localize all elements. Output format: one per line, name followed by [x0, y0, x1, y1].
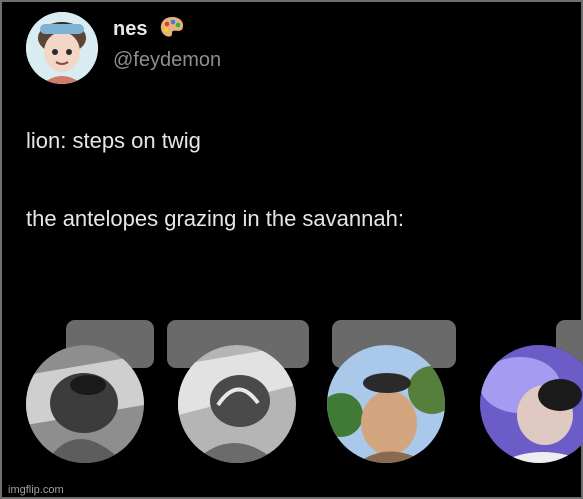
imgflip-watermark: imgflip.com — [8, 484, 64, 496]
author-handle[interactable]: @feydemon — [113, 49, 221, 72]
author-name[interactable]: nes — [113, 18, 147, 41]
profile-avatar[interactable] — [26, 12, 98, 84]
reaction-photo-2 — [178, 345, 296, 463]
reaction-photo-3 — [327, 345, 445, 463]
grayscale-face-photo-icon — [178, 345, 296, 463]
color-face-photo-trees-icon — [327, 345, 445, 463]
tweet-text-line-1: lion: steps on twig — [26, 128, 201, 153]
avatar-illustration — [26, 12, 98, 84]
tweet-text-line-2: the antelopes grazing in the savannah: — [26, 206, 404, 231]
reaction-photo-1 — [26, 345, 144, 463]
grayscale-face-photo-icon — [26, 345, 144, 463]
artist-palette-icon — [158, 14, 186, 47]
